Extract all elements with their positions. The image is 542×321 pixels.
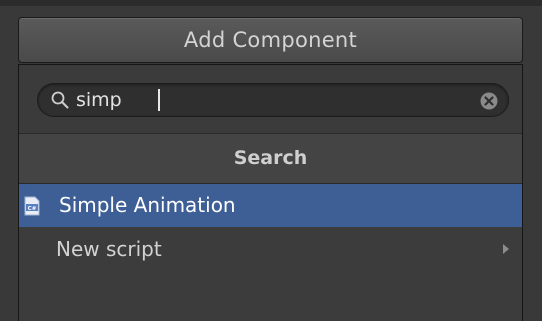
search-input[interactable] bbox=[76, 84, 456, 116]
inspector-divider bbox=[0, 0, 542, 6]
add-component-button[interactable]: Add Component bbox=[18, 17, 523, 63]
results-header: Search bbox=[19, 134, 522, 184]
new-script-label: New script bbox=[56, 237, 162, 261]
csharp-script-icon: C# bbox=[24, 196, 40, 216]
text-caret bbox=[158, 89, 160, 111]
search-field[interactable] bbox=[37, 83, 509, 117]
component-popup: Search C# Simple Animation New script bbox=[18, 64, 523, 321]
search-area bbox=[19, 65, 522, 134]
add-component-panel: Add Component Search bbox=[0, 0, 542, 321]
chevron-right-icon bbox=[503, 244, 509, 254]
clear-icon[interactable] bbox=[480, 92, 498, 110]
result-item-simple-animation[interactable]: C# Simple Animation bbox=[19, 184, 522, 227]
search-icon bbox=[51, 91, 69, 109]
result-label: Simple Animation bbox=[59, 193, 236, 217]
new-script-item[interactable]: New script bbox=[19, 227, 522, 271]
svg-text:C#: C# bbox=[28, 206, 37, 212]
